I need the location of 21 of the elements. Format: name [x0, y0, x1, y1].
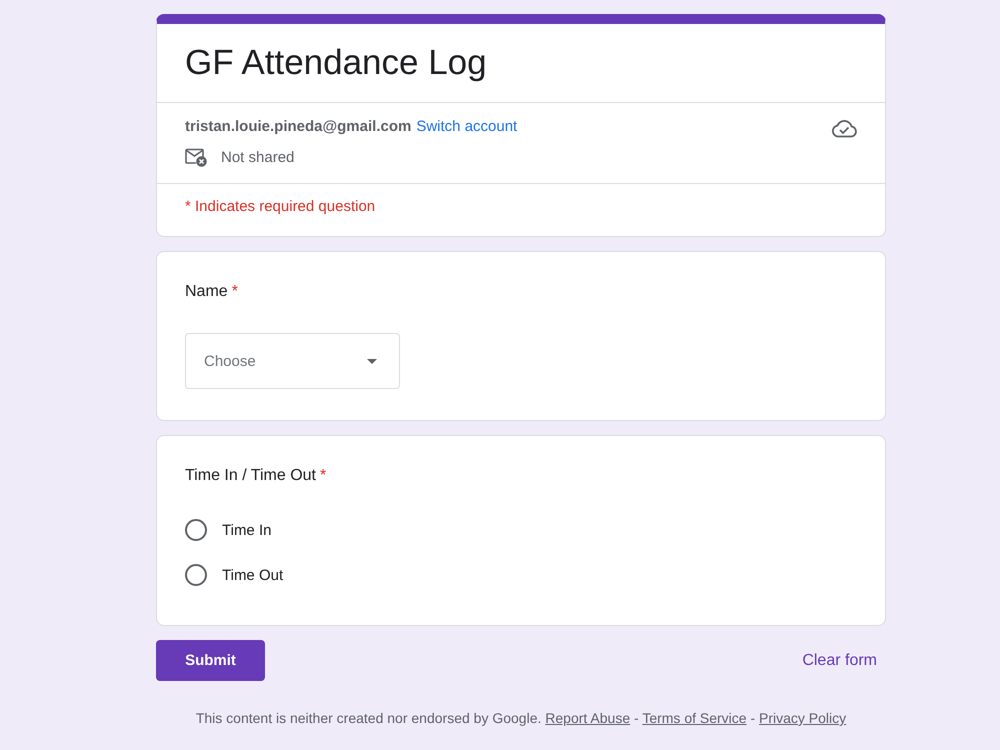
radio-button[interactable] [185, 564, 207, 586]
option-label[interactable]: Time In [222, 522, 272, 538]
account-email: tristan.louie.pineda@gmail.com [185, 118, 412, 134]
clear-form-button[interactable]: Clear form [793, 640, 886, 681]
footer-link[interactable]: Privacy Policy [759, 710, 846, 726]
envelope-blocked-icon [185, 148, 207, 166]
option-label[interactable]: Time Out [222, 566, 284, 584]
form-title: GF Attendance Log [185, 42, 488, 84]
radio-button[interactable] [185, 519, 207, 541]
sharing-status: Not shared [221, 148, 294, 166]
dropdown-field[interactable]: Choose [185, 333, 400, 389]
question-title: Name * [185, 282, 239, 302]
switch-account-link[interactable]: Switch account [416, 118, 518, 134]
footer-link[interactable]: Report Abuse [545, 710, 630, 726]
footer-text: This content is neither created nor endorsed by Google. Report Abuse - Terms of Service - Privacy Policy [194, 709, 848, 728]
caret-icon [367, 358, 377, 364]
question-title: Time In / Time Out * [185, 466, 328, 486]
cloud-check-icon [831, 119, 857, 138]
required-note: * Indicates required question [185, 198, 376, 215]
footer-link[interactable]: Terms of Service [642, 710, 747, 726]
submit-button[interactable]: Submit [156, 640, 265, 681]
